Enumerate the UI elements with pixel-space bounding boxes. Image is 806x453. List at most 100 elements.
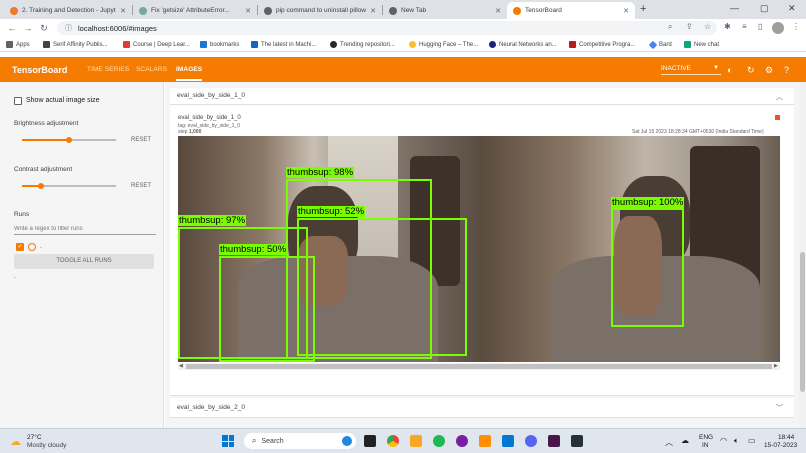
toggle-all-runs-button[interactable]: TOGGLE ALL RUNS bbox=[14, 254, 154, 269]
inactive-plugins-dropdown[interactable]: INACTIVE ▼ bbox=[661, 65, 721, 75]
chatgpt-icon bbox=[684, 41, 691, 48]
close-tab-icon[interactable]: ✕ bbox=[116, 7, 126, 15]
collapse-chevron-up-icon[interactable]: ︿ bbox=[776, 92, 783, 102]
close-tab-icon[interactable]: ✕ bbox=[366, 7, 376, 15]
taskbar-search[interactable]: ⌕ Search bbox=[244, 433, 356, 449]
browser-tab-strip: 2. Training and Detection - Jupyt ✕ Fix … bbox=[0, 0, 806, 19]
maximize-window-icon[interactable]: ▢ bbox=[760, 3, 769, 14]
reload-icon[interactable]: ↻ bbox=[38, 22, 50, 34]
scroll-left-icon[interactable]: ◀ bbox=[179, 363, 183, 369]
run-checkbox[interactable]: ✓ bbox=[16, 243, 24, 251]
clock-time[interactable]: 18:44 bbox=[778, 434, 794, 441]
file-explorer-icon[interactable] bbox=[410, 435, 422, 447]
help-icon[interactable]: ? bbox=[784, 65, 789, 75]
page-vertical-scrollbar[interactable] bbox=[799, 82, 806, 428]
bookmark-new-chat[interactable]: New chat bbox=[684, 39, 719, 50]
scrollbar-thumb[interactable] bbox=[800, 252, 805, 392]
browser-tab-tensorboard[interactable]: TensorBoard ✕ bbox=[507, 2, 635, 19]
new-tab-button[interactable]: + bbox=[640, 3, 646, 15]
bounding-box bbox=[219, 256, 315, 362]
volume-icon[interactable]: 🔈︎ bbox=[734, 436, 739, 446]
terminal-icon[interactable] bbox=[571, 435, 583, 447]
close-tab-icon[interactable]: ✕ bbox=[619, 7, 629, 15]
profile-avatar[interactable] bbox=[772, 22, 784, 34]
tensorboard-logo[interactable]: TensorBoard bbox=[12, 65, 67, 75]
close-tab-icon[interactable]: ✕ bbox=[241, 7, 251, 15]
forward-arrow-icon[interactable]: → bbox=[22, 22, 34, 34]
run-filter-input[interactable] bbox=[14, 223, 156, 235]
tab-images[interactable]: IMAGES bbox=[176, 66, 203, 81]
search-icon: ⌕ bbox=[252, 436, 257, 445]
browser-tab-fix-getsize[interactable]: Fix 'getsize' AttributeError... ✕ bbox=[133, 2, 257, 19]
show-actual-size-checkbox[interactable] bbox=[14, 97, 22, 105]
image-horizontal-scrollbar[interactable]: ◀ ▶ bbox=[178, 363, 780, 370]
language-code[interactable]: ENG bbox=[699, 434, 713, 441]
browser-tab-pip-uninstall[interactable]: pip command to uninstall pillow ✕ bbox=[258, 2, 382, 19]
runs-footer: . bbox=[14, 273, 16, 280]
browser-menu-icon[interactable]: ⋮ bbox=[792, 22, 800, 31]
image-name: eval_side_by_side_1_0 bbox=[178, 115, 241, 121]
wifi-icon[interactable]: ◠ bbox=[720, 436, 727, 445]
image-step: step 1,000 bbox=[178, 129, 201, 135]
image-card-side-by-side-2[interactable]: eval_side_by_side_2_0 ﹀ bbox=[170, 398, 794, 418]
app-icon[interactable] bbox=[456, 435, 468, 447]
windows-start-icon[interactable] bbox=[222, 435, 234, 447]
extensions-icon[interactable]: ✱ bbox=[724, 22, 731, 31]
discord-icon[interactable] bbox=[525, 435, 537, 447]
bookmark-trending-repos[interactable]: Trending repositori... bbox=[330, 39, 395, 50]
tab-scalars[interactable]: SCALARS bbox=[136, 66, 167, 73]
close-window-icon[interactable]: ✕ bbox=[788, 3, 796, 14]
bookmark-hugging-face[interactable]: Hugging Face – The... bbox=[409, 39, 478, 50]
expand-chevron-down-icon[interactable]: ﹀ bbox=[776, 403, 783, 413]
app-icon[interactable] bbox=[479, 435, 491, 447]
brightness-slider-knob[interactable] bbox=[66, 137, 72, 143]
dark-mode-icon[interactable]: ◐ bbox=[727, 65, 732, 75]
address-bar[interactable]: ⓘ localhost:6006/#images bbox=[57, 21, 717, 35]
weather-temperature[interactable]: 27°C bbox=[27, 434, 42, 441]
weather-cloud-icon[interactable]: ☁ bbox=[10, 435, 21, 448]
detection-image[interactable]: thumbsup: 98% thumbsup: 97% thumbsup: 52… bbox=[178, 136, 780, 362]
share-icon[interactable]: ⇪ bbox=[686, 22, 693, 31]
contrast-slider-knob[interactable] bbox=[38, 183, 44, 189]
tab-title: New Tab bbox=[401, 7, 427, 14]
address-toolbar: ← → ↻ ⓘ localhost:6006/#images ⌕ ⇪ ☆ ✱ ≡… bbox=[0, 19, 806, 37]
cloud-icon bbox=[200, 41, 207, 48]
detection-label: thumbsup: 97% bbox=[178, 215, 247, 226]
contrast-reset-button[interactable]: RESET bbox=[131, 183, 151, 189]
vscode-icon[interactable] bbox=[502, 435, 514, 447]
bookmark-deeplearning-course[interactable]: Course | Deep Lear... bbox=[123, 39, 190, 50]
search-lens-icon[interactable]: ⌕ bbox=[668, 22, 672, 32]
side-panel-icon[interactable]: ▯ bbox=[758, 22, 762, 31]
chrome-taskbar-icon[interactable] bbox=[387, 435, 399, 447]
bookmark-serif-affinity[interactable]: Serif Affinity Publis... bbox=[43, 39, 108, 50]
brightness-label: Brightness adjustment bbox=[14, 120, 79, 127]
bookmark-latest-ml[interactable]: The latest in Machi... bbox=[251, 39, 316, 50]
show-hidden-icons-chevron-icon[interactable]: ︿ bbox=[665, 437, 673, 448]
minimize-window-icon[interactable]: — bbox=[730, 3, 739, 13]
bookmark-competitive-programming[interactable]: Competitive Progra... bbox=[569, 39, 635, 50]
browser-tab-jupyter[interactable]: 2. Training and Detection - Jupyt ✕ bbox=[4, 2, 132, 19]
site-info-icon[interactable]: ⓘ bbox=[65, 23, 72, 33]
bookmark-bard[interactable]: Bard bbox=[648, 39, 672, 50]
bookmark-star-icon[interactable]: ☆ bbox=[704, 22, 711, 31]
slack-icon[interactable] bbox=[548, 435, 560, 447]
tab-time-series[interactable]: TIME SERIES bbox=[87, 66, 129, 73]
browser-tab-new-tab[interactable]: New Tab ✕ bbox=[383, 2, 507, 19]
scrollbar-thumb[interactable] bbox=[186, 364, 772, 369]
close-tab-icon[interactable]: ✕ bbox=[491, 7, 501, 15]
task-view-icon[interactable] bbox=[364, 435, 376, 447]
battery-icon[interactable]: ▭ bbox=[748, 436, 756, 445]
bookmark-apps[interactable]: Apps bbox=[6, 39, 30, 50]
settings-gear-icon[interactable]: ⚙ bbox=[765, 65, 773, 76]
spotify-icon[interactable] bbox=[433, 435, 445, 447]
bookmark-neural-networks[interactable]: Neural Networks an... bbox=[489, 39, 557, 50]
brightness-reset-button[interactable]: RESET bbox=[131, 137, 151, 143]
back-arrow-icon[interactable]: ← bbox=[6, 22, 18, 34]
run-color-swatch[interactable] bbox=[28, 243, 36, 251]
reload-data-icon[interactable]: ↻ bbox=[747, 65, 755, 76]
bing-icon[interactable] bbox=[342, 436, 352, 446]
bookmark-bookmarks[interactable]: bookmarks bbox=[200, 39, 239, 50]
reading-list-icon[interactable]: ≡ bbox=[742, 22, 747, 31]
scroll-right-icon[interactable]: ▶ bbox=[774, 363, 778, 369]
onedrive-cloud-icon[interactable]: ☁ bbox=[681, 436, 689, 445]
